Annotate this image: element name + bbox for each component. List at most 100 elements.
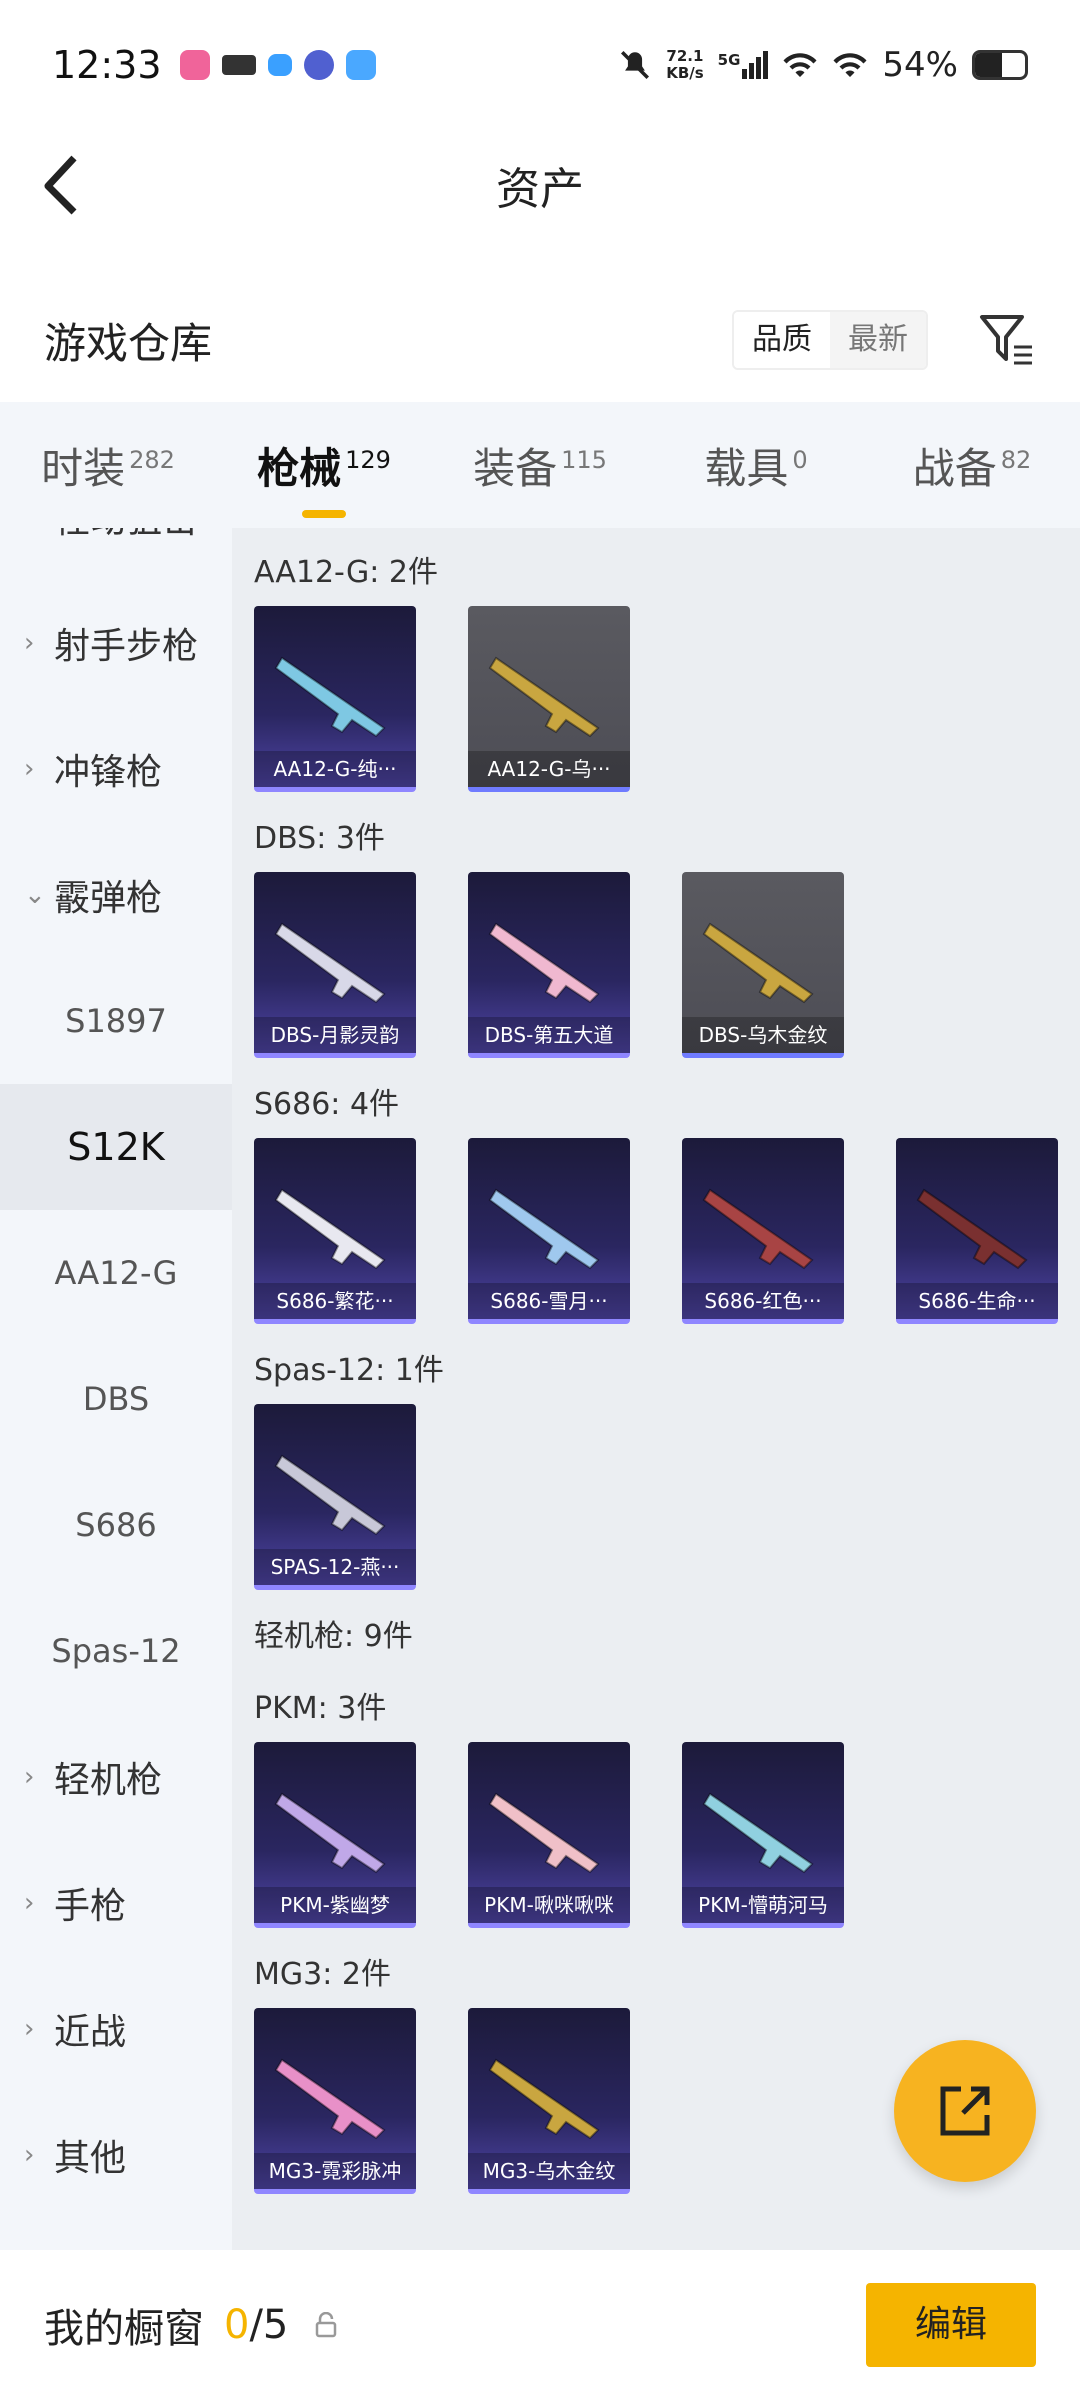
- mute-icon: [621, 50, 650, 80]
- sidebar-item[interactable]: S686: [0, 1462, 232, 1588]
- status-bar: 12:33 72.1 KB/s 5G 54%: [0, 0, 1080, 130]
- skin-card[interactable]: DBS-乌木金纹: [682, 872, 844, 1058]
- lock-icon: [316, 2312, 337, 2338]
- sidebar-item[interactable]: › 轻机枪: [0, 1714, 232, 1840]
- sidebar-item[interactable]: › 射手步枪: [0, 580, 232, 706]
- sidebar-item-label: 近战: [54, 2012, 127, 2053]
- gun-icon: [702, 1792, 814, 1874]
- sidebar-item[interactable]: › 手枪: [0, 1840, 232, 1966]
- sidebar-item[interactable]: › 近战: [0, 1966, 232, 2092]
- tab-supplies[interactable]: 战备 82: [864, 435, 1080, 496]
- sort-newest-button[interactable]: 最新: [830, 312, 926, 368]
- filter-button[interactable]: [978, 311, 1036, 369]
- sidebar-item[interactable]: DBS: [0, 1336, 232, 1462]
- battery-percent: 54%: [882, 45, 958, 85]
- gun-icon: [274, 2058, 386, 2140]
- back-button[interactable]: [40, 150, 100, 220]
- skin-card[interactable]: AA12-G-乌···: [468, 606, 630, 792]
- sidebar-item[interactable]: › 冲锋枪: [0, 706, 232, 832]
- skin-card[interactable]: S686-红色···: [682, 1138, 844, 1324]
- tab-firearms[interactable]: 枪械 129: [216, 435, 432, 496]
- app-notification-icon: [303, 50, 334, 80]
- tab-fashion[interactable]: 时装 282: [0, 435, 216, 496]
- sidebar-item[interactable]: AA12-G: [0, 1210, 232, 1336]
- skin-card[interactable]: MG3-乌木金纹: [468, 2008, 630, 2194]
- skin-name: DBS-乌木金纹: [682, 1017, 844, 1053]
- gun-icon: [488, 922, 600, 1004]
- wifi-icon: [833, 53, 867, 77]
- gun-icon: [488, 1792, 600, 1874]
- skin-card[interactable]: S686-繁花···: [254, 1138, 416, 1324]
- skin-card[interactable]: PKM-懵萌河马: [682, 1742, 844, 1928]
- sidebar-item-label: 霰弹枪: [54, 878, 163, 919]
- sidebar-item[interactable]: S1897: [0, 958, 232, 1084]
- group-title: AA12-G: 2件: [254, 555, 438, 590]
- sidebar-item-label: 轻机枪: [54, 1760, 163, 1801]
- skin-name: MG3-乌木金纹: [468, 2153, 630, 2189]
- sidebar-item[interactable]: ⌄ 霰弹枪: [0, 832, 232, 958]
- skin-card[interactable]: MG3-霓彩脉冲: [254, 2008, 416, 2194]
- skin-grid: PKM-紫幽梦 PKM-啾咪啾咪 PKM-懵萌河马: [254, 1742, 1080, 1928]
- skin-grid: AA12-G-纯··· AA12-G-乌···: [254, 606, 1080, 792]
- skin-name: DBS-第五大道: [468, 1017, 630, 1053]
- gun-icon: [274, 922, 386, 1004]
- sidebar-item-label: 射手步枪: [54, 626, 199, 667]
- skin-name: PKM-懵萌河马: [682, 1887, 844, 1923]
- skin-card[interactable]: DBS-第五大道: [468, 872, 630, 1058]
- app-header: 资产: [0, 130, 1080, 240]
- chevron-down-icon: ⌄: [24, 880, 46, 910]
- group-title: PKM: 3件: [254, 1691, 387, 1726]
- skin-name: S686-生命···: [896, 1283, 1058, 1319]
- chevron-right-icon: ›: [24, 1888, 35, 1918]
- skin-card[interactable]: PKM-啾咪啾咪: [468, 1742, 630, 1928]
- sort-quality-button[interactable]: 品质: [734, 312, 830, 368]
- skin-name: SPAS-12-燕···: [254, 1549, 416, 1585]
- sidebar-item-label: 栓动狙击: [54, 528, 198, 543]
- sidebar-item-label: S686: [75, 1506, 157, 1544]
- edit-button[interactable]: 编辑: [866, 2283, 1036, 2367]
- skin-card[interactable]: S686-雪月···: [468, 1138, 630, 1324]
- skin-name: AA12-G-纯···: [254, 751, 416, 787]
- sidebar-item-label: AA12-G: [54, 1254, 178, 1292]
- skin-card[interactable]: DBS-月影灵韵: [254, 872, 416, 1058]
- gun-icon: [274, 656, 386, 738]
- skin-name: S686-红色···: [682, 1283, 844, 1319]
- page-title: 资产: [496, 164, 584, 215]
- group-title: MG3: 2件: [254, 1957, 391, 1992]
- gun-icon: [274, 1188, 386, 1270]
- sidebar-item[interactable]: › 栓动狙击: [0, 528, 232, 580]
- message-icon: [267, 54, 292, 76]
- gun-icon: [488, 1188, 600, 1270]
- tab-equipment[interactable]: 装备 115: [432, 435, 648, 496]
- group-title: S686: 4件: [254, 1087, 400, 1122]
- skin-card[interactable]: SPAS-12-燕···: [254, 1404, 416, 1590]
- gun-icon: [702, 1188, 814, 1270]
- warehouse-title: 游戏仓库: [44, 318, 213, 368]
- weapon-type-sidebar: › 栓动狙击 › 射手步枪 › 冲锋枪 ⌄ 霰弹枪 S1897 S12K AA12-G DBS S686…: [0, 528, 232, 2250]
- chevron-right-icon: ›: [24, 628, 35, 658]
- sidebar-item-label: 手枪: [54, 1886, 127, 1927]
- app-notification-icon: [179, 50, 210, 80]
- chevron-right-icon: ›: [24, 2140, 35, 2170]
- group-title: Spas-12: 1件: [254, 1353, 444, 1388]
- showcase-bar: 我的橱窗 0/5 编辑: [0, 2250, 1080, 2400]
- sidebar-item-label: 冲锋枪: [54, 752, 163, 793]
- chevron-right-icon: ›: [24, 754, 35, 784]
- share-button[interactable]: [894, 2040, 1036, 2182]
- cell-signal-icon: 5G: [718, 51, 769, 79]
- showcase-label: 我的橱窗: [44, 2306, 204, 2352]
- wifi-icon: [783, 53, 817, 77]
- skin-card[interactable]: PKM-紫幽梦: [254, 1742, 416, 1928]
- skin-name: S686-繁花···: [254, 1283, 416, 1319]
- skin-name: S686-雪月···: [468, 1283, 630, 1319]
- sidebar-item[interactable]: Spas-12: [0, 1588, 232, 1714]
- skin-card[interactable]: S686-生命···: [896, 1138, 1058, 1324]
- skin-card[interactable]: AA12-G-纯···: [254, 606, 416, 792]
- sidebar-item[interactable]: › 其他: [0, 2092, 232, 2218]
- gun-icon: [274, 1792, 386, 1874]
- filter-icon: [980, 315, 1032, 365]
- tab-vehicles[interactable]: 载具 0: [648, 435, 864, 496]
- chevron-right-icon: ›: [24, 1762, 35, 1792]
- app-notification-icon: [221, 55, 256, 75]
- sidebar-item[interactable]: S12K: [0, 1084, 232, 1210]
